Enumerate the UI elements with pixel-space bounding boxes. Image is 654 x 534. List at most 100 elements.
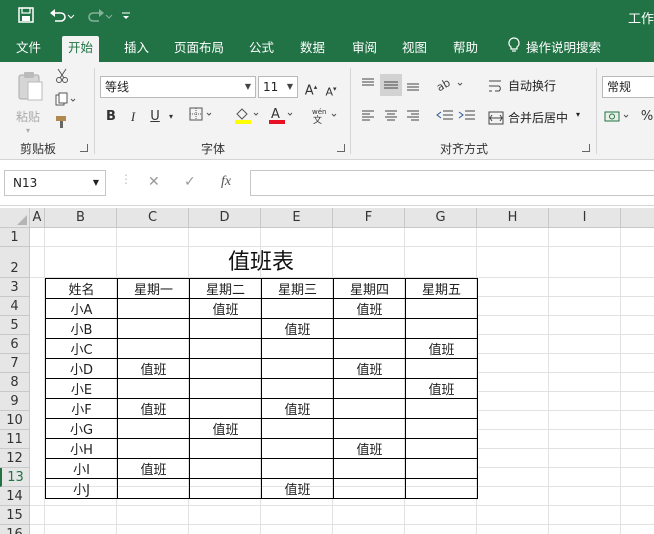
sheet-title[interactable]: 值班表 xyxy=(189,244,333,276)
align-center-icon[interactable] xyxy=(383,108,403,128)
table-cell[interactable] xyxy=(261,338,334,359)
tab-insert[interactable]: 插入 xyxy=(118,34,155,62)
worksheet-grid[interactable]: A B C D E F G H I 1 2 3 4 5 6 7 8 9 10 1… xyxy=(0,206,654,534)
row-header-3[interactable]: 3 xyxy=(0,278,30,297)
table-cell[interactable] xyxy=(189,358,262,379)
table-cell[interactable] xyxy=(261,378,334,399)
table-cell[interactable] xyxy=(189,318,262,339)
table-cell[interactable]: 小J xyxy=(45,478,118,499)
table-cell[interactable] xyxy=(117,338,190,359)
table-cell[interactable]: 小G xyxy=(45,418,118,439)
table-cell[interactable] xyxy=(333,338,406,359)
italic-button[interactable]: I xyxy=(125,106,141,128)
row-header-4[interactable]: 4 xyxy=(0,297,30,316)
header-cell[interactable]: 星期五 xyxy=(405,278,478,299)
row-header-6[interactable]: 6 xyxy=(0,335,30,354)
row-header-8[interactable]: 8 xyxy=(0,373,30,392)
row-header-2[interactable]: 2 xyxy=(0,247,30,278)
font-color-icon[interactable]: A xyxy=(266,106,296,128)
borders-icon[interactable] xyxy=(186,106,216,128)
table-cell[interactable]: 值班 xyxy=(117,358,190,379)
table-cell[interactable] xyxy=(189,438,262,459)
tab-review[interactable]: 审阅 xyxy=(346,34,383,62)
row-header-12[interactable]: 12 xyxy=(0,449,30,468)
table-cell[interactable] xyxy=(333,458,406,479)
table-cell[interactable]: 小H xyxy=(45,438,118,459)
tab-view[interactable]: 视图 xyxy=(396,34,433,62)
table-cell[interactable]: 小F xyxy=(45,398,118,419)
tab-formulas[interactable]: 公式 xyxy=(243,34,280,62)
header-cell[interactable]: 星期一 xyxy=(117,278,190,299)
phonetic-guide-icon[interactable]: wén 文 xyxy=(310,106,340,128)
row-header-1[interactable]: 1 xyxy=(0,228,30,247)
table-cell[interactable] xyxy=(405,458,478,479)
save-icon[interactable] xyxy=(16,7,36,27)
table-cell[interactable] xyxy=(405,438,478,459)
table-cell[interactable] xyxy=(333,318,406,339)
row-header-10[interactable]: 10 xyxy=(0,411,30,430)
wrap-text-button[interactable]: 自动换行 xyxy=(488,76,568,96)
format-painter-icon[interactable] xyxy=(52,114,72,136)
font-launcher[interactable] xyxy=(337,144,345,152)
align-bottom-icon[interactable] xyxy=(405,76,425,96)
table-cell[interactable]: 值班 xyxy=(261,398,334,419)
tab-file[interactable]: 文件 xyxy=(10,34,47,62)
table-cell[interactable] xyxy=(405,318,478,339)
column-header-a[interactable]: A xyxy=(30,208,45,228)
table-cell[interactable] xyxy=(261,358,334,379)
enter-icon[interactable]: ✓ xyxy=(184,174,196,190)
alignment-launcher[interactable] xyxy=(582,144,590,152)
bold-button[interactable]: B xyxy=(103,106,119,128)
table-cell[interactable]: 值班 xyxy=(261,318,334,339)
table-cell[interactable]: 值班 xyxy=(189,418,262,439)
cut-icon[interactable] xyxy=(52,68,72,90)
table-cell[interactable]: 值班 xyxy=(333,358,406,379)
table-cell[interactable]: 小E xyxy=(45,378,118,399)
align-middle-icon[interactable] xyxy=(380,74,402,96)
column-header-b[interactable]: B xyxy=(45,208,117,228)
row-header-15[interactable]: 15 xyxy=(0,506,30,525)
table-cell[interactable] xyxy=(261,298,334,319)
table-cell[interactable] xyxy=(261,438,334,459)
header-cell[interactable]: 星期三 xyxy=(261,278,334,299)
name-box[interactable]: N13 ▼ xyxy=(4,170,106,196)
chevron-down-icon[interactable]: ▾ xyxy=(166,106,176,128)
paste-button[interactable]: 粘贴 ▾ xyxy=(12,68,46,135)
cancel-icon[interactable]: ✕ xyxy=(148,174,160,190)
font-name-dropdown[interactable]: 等线 ▼ xyxy=(100,76,256,98)
table-cell[interactable]: 值班 xyxy=(117,458,190,479)
table-cell[interactable]: 值班 xyxy=(405,338,478,359)
decrease-font-size-icon[interactable]: A▾ xyxy=(322,78,340,100)
table-cell[interactable] xyxy=(189,378,262,399)
increase-font-size-icon[interactable]: A▴ xyxy=(302,76,320,98)
table-cell[interactable] xyxy=(405,418,478,439)
table-cell[interactable]: 值班 xyxy=(405,378,478,399)
row-header-11[interactable]: 11 xyxy=(0,430,30,449)
table-cell[interactable]: 值班 xyxy=(333,298,406,319)
column-header-f[interactable]: F xyxy=(333,208,405,228)
align-top-icon[interactable] xyxy=(360,76,380,96)
column-header-d[interactable]: D xyxy=(189,208,261,228)
column-header-g[interactable]: G xyxy=(405,208,477,228)
align-left-icon[interactable] xyxy=(360,108,380,128)
tab-help[interactable]: 帮助 xyxy=(447,34,484,62)
header-cell[interactable]: 星期四 xyxy=(333,278,406,299)
underline-button[interactable]: U xyxy=(147,106,163,128)
font-size-dropdown[interactable]: 11 ▼ xyxy=(258,76,298,98)
table-cell[interactable]: 小D xyxy=(45,358,118,379)
tab-home[interactable]: 开始 xyxy=(62,36,100,62)
table-cell[interactable] xyxy=(405,398,478,419)
fill-color-icon[interactable] xyxy=(232,106,262,128)
clipboard-launcher[interactable] xyxy=(80,144,88,152)
table-cell[interactable]: 小A xyxy=(45,298,118,319)
tell-me-search[interactable]: 操作说明搜索 xyxy=(502,34,607,62)
row-header-16[interactable]: 16 xyxy=(0,525,30,534)
customize-icon[interactable] xyxy=(118,7,134,27)
table-cell[interactable] xyxy=(189,458,262,479)
table-cell[interactable] xyxy=(189,478,262,499)
decrease-indent-icon[interactable] xyxy=(436,108,456,128)
row-header-14[interactable]: 14 xyxy=(0,487,30,506)
table-cell[interactable]: 小I xyxy=(45,458,118,479)
tab-data[interactable]: 数据 xyxy=(294,34,331,62)
header-cell[interactable]: 星期二 xyxy=(189,278,262,299)
